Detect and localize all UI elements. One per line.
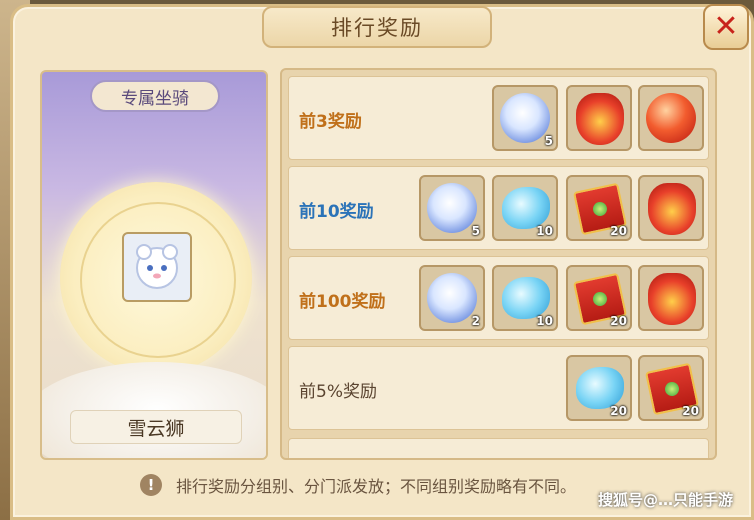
notice-text: 排行奖励分组别、分门派发放；不同组别奖励略有不同。 <box>176 477 577 496</box>
mount-name: 雪云狮 <box>70 410 242 444</box>
mount-header: 专属坐骑 <box>90 80 220 112</box>
watermark-text: 搜狐号@…只能手游 <box>598 491 734 509</box>
item-count: 20 <box>610 224 627 238</box>
snow-lion-orb-icon[interactable]: 5 <box>419 175 485 241</box>
close-button[interactable]: ✕ <box>703 4 749 50</box>
item-count: 20 <box>682 404 699 418</box>
gold-red-pouch-icon[interactable] <box>566 85 632 151</box>
red-envelope-icon[interactable]: 20 <box>638 355 704 421</box>
exclamation-icon: ! <box>140 474 162 496</box>
gold-red-pouch-icon[interactable] <box>638 175 704 241</box>
reward-row-top100: 前100奖励 2 10 20 <box>288 256 709 340</box>
close-icon: ✕ <box>713 9 739 44</box>
snow-lion-icon <box>136 244 178 289</box>
title-bar: 排行奖励 <box>262 6 492 48</box>
reward-list: 前3奖励 5 前10奖励 5 10 20 前100奖励 2 10 20 前5%奖… <box>280 68 717 460</box>
snow-lion-mount-icon[interactable] <box>122 232 192 302</box>
red-fire-orb-icon[interactable] <box>638 85 704 151</box>
item-count: 10 <box>536 224 553 238</box>
reward-row-label: 前5%奖励 <box>299 382 377 402</box>
item-count: 2 <box>471 314 480 328</box>
exclusive-mount-card: 专属坐骑 雪云狮 <box>40 70 268 460</box>
blue-spirit-wisp-icon[interactable]: 10 <box>492 175 558 241</box>
notice-bar: ! 排行奖励分组别、分门派发放；不同组别奖励略有不同。 <box>140 470 576 500</box>
reward-row-label: 前10奖励 <box>299 202 374 222</box>
reward-row-top5pct: 前5%奖励 20 20 <box>288 346 709 430</box>
reward-row-top3: 前3奖励 5 <box>288 76 709 160</box>
item-count: 5 <box>471 224 480 238</box>
snow-lion-orb-icon[interactable]: 2 <box>419 265 485 331</box>
item-count: 20 <box>610 404 627 418</box>
item-count: 20 <box>610 314 627 328</box>
reward-row-next <box>288 438 709 458</box>
red-lucky-bag-icon[interactable] <box>638 265 704 331</box>
reward-row-label: 前3奖励 <box>299 112 362 132</box>
red-envelope-icon[interactable]: 20 <box>566 175 632 241</box>
blue-spirit-wisp-icon[interactable]: 20 <box>566 355 632 421</box>
item-count: 10 <box>536 314 553 328</box>
reward-row-label: 前100奖励 <box>299 292 386 312</box>
reward-row-top10: 前10奖励 5 10 20 <box>288 166 709 250</box>
item-count: 5 <box>544 134 553 148</box>
page-title: 排行奖励 <box>331 16 423 40</box>
blue-spirit-wisp-icon[interactable]: 10 <box>492 265 558 331</box>
snow-lion-orb-icon[interactable]: 5 <box>492 85 558 151</box>
red-envelope-icon[interactable]: 20 <box>566 265 632 331</box>
